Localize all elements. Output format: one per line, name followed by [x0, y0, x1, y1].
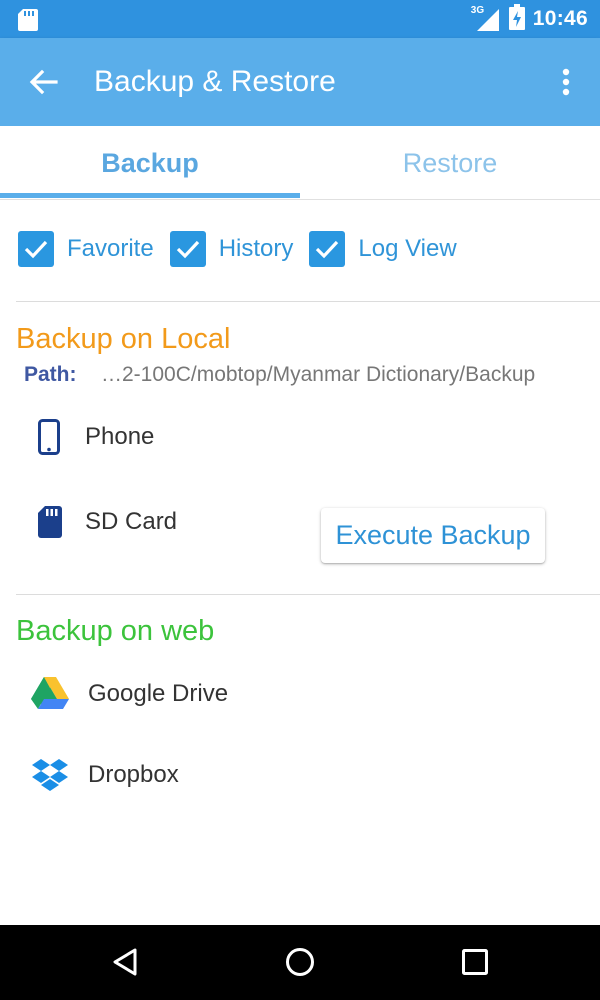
dropbox-label: Dropbox [88, 761, 179, 788]
google-drive-label: Google Drive [88, 680, 229, 707]
favorite-checkbox[interactable] [18, 231, 54, 267]
sd-card-label: SD Card [85, 508, 178, 535]
battery-charging-icon [508, 3, 525, 35]
system-nav-bar [0, 925, 600, 1000]
service-dropbox[interactable]: Dropbox [32, 758, 179, 792]
app-bar: Backup & Restore [0, 38, 600, 126]
log-view-option[interactable]: Log View [309, 231, 457, 267]
execute-backup-button[interactable]: Execute Backup [321, 508, 545, 563]
log-view-label: Log View [358, 235, 457, 262]
favorite-label: Favorite [67, 235, 154, 262]
divider [16, 301, 600, 302]
local-section-title: Backup on Local [16, 323, 231, 355]
log-view-checkbox[interactable] [309, 231, 346, 267]
storage-sd-card[interactable]: SD Card [38, 506, 177, 538]
sd-card-icon [18, 9, 38, 36]
arrow-back-icon[interactable] [28, 68, 58, 101]
backup-options: Favorite History Log View [18, 231, 473, 267]
dropbox-icon [32, 758, 68, 792]
status-bar: 3G 10:46 [0, 0, 600, 38]
path-label: Path: [24, 363, 77, 386]
back-nav-icon[interactable] [111, 947, 139, 982]
tab-indicator [0, 193, 300, 198]
tab-bar: Backup Restore [0, 126, 600, 200]
home-nav-icon[interactable] [285, 947, 315, 982]
page-title: Backup & Restore [94, 65, 336, 98]
status-time: 10:46 [532, 7, 588, 30]
signal-icon: 3G [471, 5, 501, 31]
tab-restore[interactable]: Restore [300, 126, 600, 200]
web-section-title: Backup on web [16, 615, 215, 647]
divider [16, 594, 600, 595]
service-google-drive[interactable]: Google Drive [31, 677, 228, 711]
path-value: …2-100C/mobtop/Myanmar Dictionary/Backup [101, 363, 536, 386]
tab-backup[interactable]: Backup [0, 126, 300, 200]
phone-icon [38, 419, 62, 455]
more-vert-icon[interactable] [562, 68, 570, 101]
backup-path: Path: …2-100C/mobtop/Myanmar Dictionary/… [24, 363, 535, 387]
storage-phone[interactable]: Phone [38, 419, 154, 455]
history-option[interactable]: History [169, 231, 294, 267]
phone-label: Phone [85, 423, 155, 450]
favorite-option[interactable]: Favorite [18, 231, 154, 267]
google-drive-icon [31, 677, 69, 711]
history-label: History [218, 235, 294, 262]
recents-nav-icon[interactable] [461, 947, 489, 982]
sd-card-icon [38, 506, 62, 538]
history-checkbox[interactable] [169, 231, 206, 267]
